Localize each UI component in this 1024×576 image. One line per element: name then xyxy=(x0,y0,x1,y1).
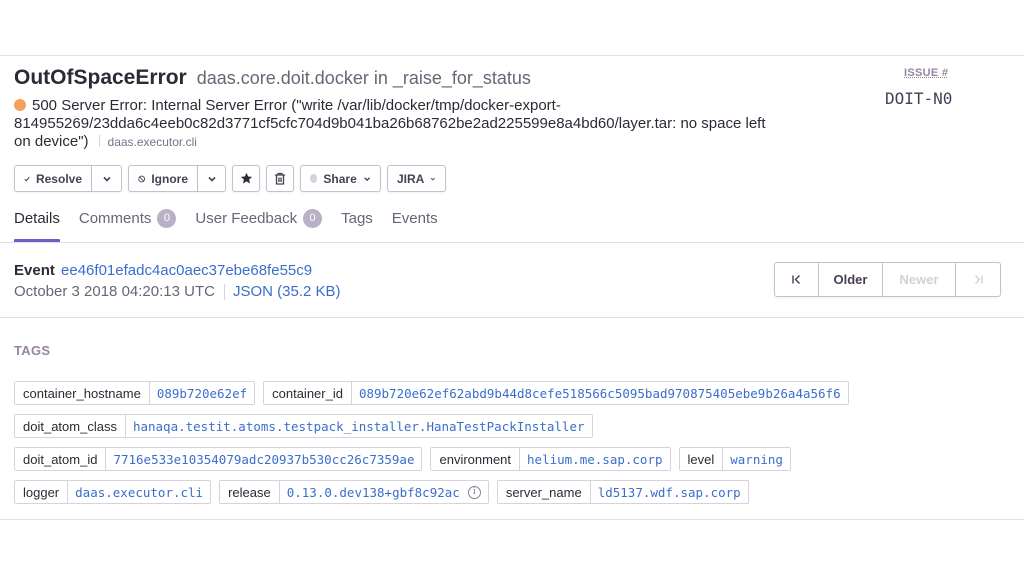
tag-key: logger xyxy=(15,481,69,503)
tab-tags[interactable]: Tags xyxy=(341,210,373,243)
tag-key: environment xyxy=(431,448,521,470)
skip-last-icon xyxy=(974,275,983,284)
issue-short-id[interactable]: DOIT-N0 xyxy=(885,89,952,108)
event-divider xyxy=(0,317,1024,318)
event-id-link[interactable]: ee46f01efadc4ac0aec37ebe68fe55c9 xyxy=(61,262,312,279)
issue-number-label: ISSUE # xyxy=(904,67,949,79)
tag-value-link[interactable]: helium.me.sap.corp xyxy=(520,448,669,470)
tag-key: level xyxy=(679,448,724,470)
tag-environment: environment helium.me.sap.corp xyxy=(430,447,671,471)
event-pager: Older Newer xyxy=(774,262,1001,297)
first-event-button[interactable] xyxy=(775,263,819,296)
tab-label: Details xyxy=(14,210,60,227)
issue-message: 500 Server Error: Internal Server Error … xyxy=(14,97,784,151)
tabs-divider xyxy=(0,242,1024,243)
chevron-down-icon xyxy=(207,176,216,182)
last-event-button[interactable] xyxy=(956,263,1000,296)
comments-count-badge: 0 xyxy=(157,209,177,228)
share-button[interactable]: Share xyxy=(300,165,381,192)
tag-release: release 0.13.0.dev138+gbf8c92ac i xyxy=(219,480,489,504)
divider xyxy=(223,283,225,300)
tag-row: logger daas.executor.cli release 0.13.0.… xyxy=(14,480,749,504)
resolve-dropdown-button[interactable] xyxy=(92,165,122,192)
tag-key: doit_atom_id xyxy=(15,448,107,470)
event-meta: October 3 2018 04:20:13 UTC JSON (35.2 K… xyxy=(14,283,341,300)
issue-header: OutOfSpaceError daas.core.doit.docker in… xyxy=(14,66,531,90)
issue-tabs: Details Comments 0 User Feedback 0 Tags … xyxy=(14,209,438,243)
tag-value: 0.13.0.dev138+gbf8c92ac i xyxy=(280,481,488,503)
tag-value-link[interactable]: daas.executor.cli xyxy=(68,481,210,503)
star-icon xyxy=(240,172,252,184)
issue-culprit: daas.core.doit.docker in _raise_for_stat… xyxy=(196,68,531,88)
tag-container-id: container_id 089b720e62ef62abd9b44d8cefe… xyxy=(263,381,849,405)
tag-key: container_hostname xyxy=(15,382,150,404)
tag-level: level warning xyxy=(678,447,791,471)
bottom-divider xyxy=(0,519,1024,520)
older-event-button[interactable]: Older xyxy=(819,263,883,296)
tab-label: Tags xyxy=(341,210,373,227)
tab-label: User Feedback xyxy=(195,210,298,227)
tag-doit-atom-class: doit_atom_class hanaqa.testit.atoms.test… xyxy=(14,414,593,438)
ignore-label: Ignore xyxy=(151,171,188,186)
ignore-button[interactable]: Ignore xyxy=(128,165,198,192)
tab-details[interactable]: Details xyxy=(14,210,60,243)
tag-value-link[interactable]: 089b720e62ef62abd9b44d8cefe518566c5095ba… xyxy=(352,382,848,404)
chevron-down-icon xyxy=(102,176,111,182)
tag-key: container_id xyxy=(264,382,352,404)
chevron-down-icon xyxy=(363,176,370,181)
tab-events[interactable]: Events xyxy=(392,210,438,243)
checkmark-icon xyxy=(24,176,30,181)
tag-value-link[interactable]: warning xyxy=(723,448,790,470)
event-heading: Event ee46f01efadc4ac0aec37ebe68fe55c9 xyxy=(14,262,312,279)
json-link[interactable]: JSON (35.2 KB) xyxy=(233,283,341,300)
tag-key: release xyxy=(220,481,280,503)
tag-value-link[interactable]: hanaqa.testit.atoms.testpack_installer.H… xyxy=(126,415,592,437)
newer-event-button[interactable]: Newer xyxy=(883,263,956,296)
divider xyxy=(98,135,100,147)
tag-value-link[interactable]: 089b720e62ef xyxy=(150,382,254,404)
ignore-icon xyxy=(138,175,146,182)
tag-value-link[interactable]: 0.13.0.dev138+gbf8c92ac xyxy=(287,485,460,500)
tag-server-name: server_name ld5137.wdf.sap.corp xyxy=(496,480,749,504)
tab-user-feedback[interactable]: User Feedback 0 xyxy=(195,209,323,243)
issue-actions-toolbar: Resolve Ignore Share JIRA xyxy=(14,165,446,193)
tag-row: doit_atom_class hanaqa.testit.atoms.test… xyxy=(14,414,593,438)
resolve-label: Resolve xyxy=(35,171,82,186)
skip-first-icon xyxy=(792,275,800,284)
tag-key: doit_atom_class xyxy=(15,415,126,437)
tag-value-link[interactable]: 7716e533e10354079adc20937b530cc26c7359ae xyxy=(106,448,421,470)
jira-button[interactable]: JIRA xyxy=(387,165,446,192)
ignore-dropdown-button[interactable] xyxy=(198,165,226,192)
bookmark-button[interactable] xyxy=(232,165,260,192)
event-label: Event xyxy=(14,262,55,279)
tag-logger: logger daas.executor.cli xyxy=(14,480,212,504)
resolve-button[interactable]: Resolve xyxy=(14,165,92,192)
tags-heading: TAGS xyxy=(14,343,51,358)
ignore-button-group: Ignore xyxy=(128,165,226,193)
delete-button[interactable] xyxy=(266,165,294,192)
event-date: October 3 2018 04:20:13 UTC xyxy=(14,283,215,300)
issue-location: daas.executor.cli xyxy=(107,135,197,149)
trash-icon xyxy=(275,172,285,185)
chevron-down-icon xyxy=(431,177,436,180)
share-status-icon xyxy=(310,174,318,183)
tag-row: doit_atom_id 7716e533e10354079adc20937b5… xyxy=(14,447,791,471)
tag-container-hostname: container_hostname 089b720e62ef xyxy=(14,381,256,405)
feedback-count-badge: 0 xyxy=(303,209,323,228)
tag-value-link[interactable]: ld5137.wdf.sap.corp xyxy=(591,481,748,503)
tab-comments[interactable]: Comments 0 xyxy=(78,209,177,243)
tag-row: container_hostname 089b720e62ef containe… xyxy=(14,381,849,405)
resolve-button-group: Resolve xyxy=(14,165,122,193)
info-icon[interactable]: i xyxy=(467,485,481,499)
jira-label: JIRA xyxy=(397,171,425,186)
level-indicator-icon xyxy=(14,99,26,111)
tag-key: server_name xyxy=(497,481,591,503)
issue-title: OutOfSpaceError xyxy=(14,66,187,89)
share-label: Share xyxy=(323,171,357,186)
top-divider xyxy=(0,55,1024,56)
tab-label: Comments xyxy=(78,210,152,227)
tab-label: Events xyxy=(391,210,438,227)
tag-doit-atom-id: doit_atom_id 7716e533e10354079adc20937b5… xyxy=(14,447,423,471)
